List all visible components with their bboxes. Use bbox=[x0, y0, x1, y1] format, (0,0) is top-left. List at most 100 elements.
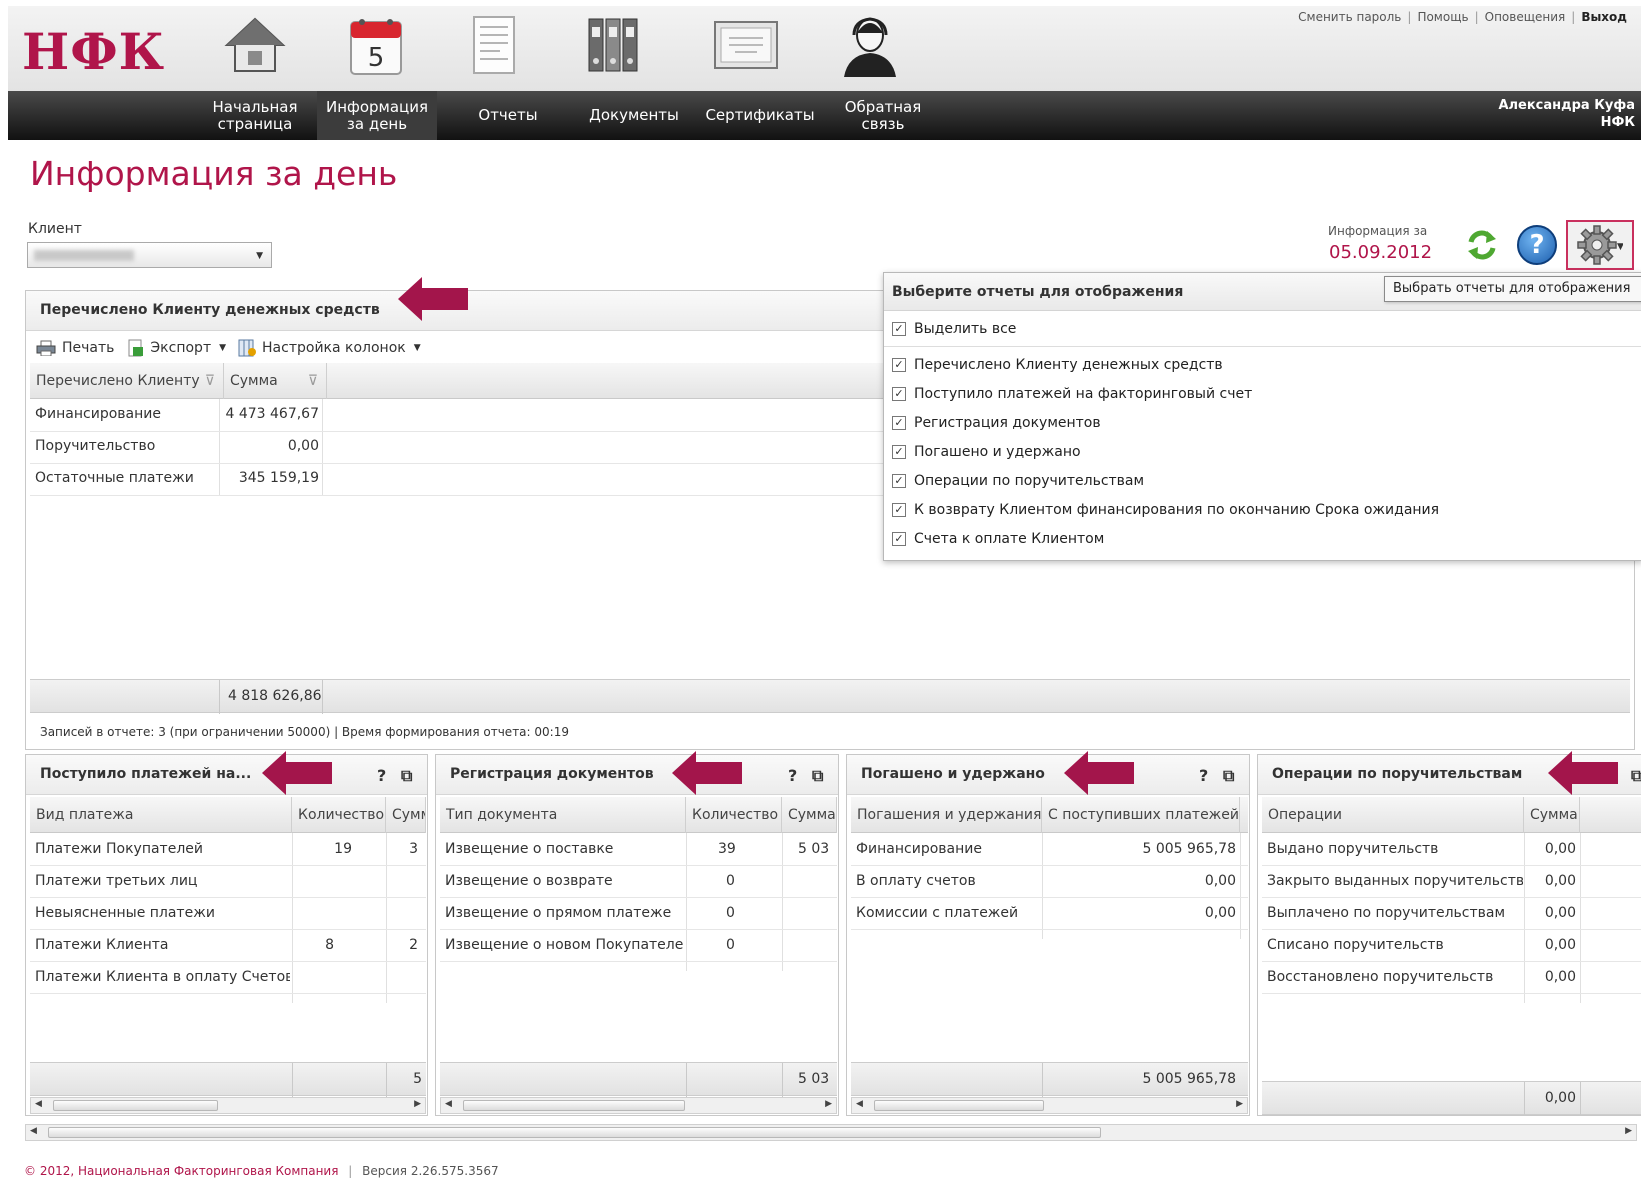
chevron-down-icon[interactable]: ▼ bbox=[219, 343, 226, 353]
printer-icon bbox=[36, 340, 56, 357]
nav-feedback-line2: связь bbox=[861, 114, 905, 133]
cell: Платежи Покупателей bbox=[35, 841, 203, 857]
question-icon[interactable]: ? bbox=[1199, 766, 1208, 785]
calendar-icon[interactable]: 5 bbox=[340, 12, 412, 78]
report-checkbox[interactable]: ✓ Перечислено Клиенту денежных средств bbox=[892, 357, 1223, 373]
question-icon[interactable]: ? bbox=[377, 766, 386, 785]
nav-daily[interactable]: Информация за день bbox=[317, 91, 437, 140]
column-header[interactable]: Операции bbox=[1262, 797, 1524, 833]
horizontal-scrollbar[interactable]: ◀ ▶ bbox=[440, 1097, 837, 1114]
column-header[interactable]: Сумма bbox=[1524, 797, 1580, 833]
cell: 5 005 965,78 bbox=[1142, 841, 1236, 857]
horizontal-scrollbar[interactable]: ◀ ▶ bbox=[851, 1097, 1248, 1114]
operator-icon[interactable] bbox=[834, 12, 906, 78]
binders-icon[interactable] bbox=[577, 12, 649, 78]
info-date-value[interactable]: 05.09.2012 bbox=[1329, 242, 1432, 263]
house-icon[interactable] bbox=[219, 12, 291, 78]
repaid-panel: Погашено и удержано ? ⧉ Погашения и удер… bbox=[846, 754, 1250, 1116]
arrow-left-icon bbox=[262, 751, 332, 795]
copyright-text: © 2012, Национальная Факторинговая Компа… bbox=[24, 1164, 339, 1178]
column-header[interactable]: Количество bbox=[686, 797, 782, 833]
logo[interactable]: НФК bbox=[22, 22, 165, 81]
checkbox-label: Регистрация документов bbox=[914, 415, 1101, 431]
print-button[interactable]: Печать bbox=[62, 340, 114, 356]
cell: 0,00 bbox=[1204, 905, 1236, 921]
panel-title: Поступило платежей на... bbox=[40, 766, 252, 782]
maximize-icon[interactable]: ⧉ bbox=[1223, 766, 1234, 786]
nav-home[interactable]: Начальная страница bbox=[205, 91, 305, 140]
select-all-checkbox[interactable]: ✓ Выделить все bbox=[892, 321, 1016, 337]
cell: 0,00 bbox=[1544, 969, 1576, 985]
cell: 39 bbox=[718, 841, 736, 857]
certificate-icon[interactable] bbox=[710, 12, 782, 78]
column-header[interactable]: Сумма bbox=[386, 797, 426, 833]
grid-header: Вид платежа Количество Сумма bbox=[30, 797, 426, 833]
notifications-link[interactable]: Оповещения bbox=[1485, 10, 1566, 24]
change-password-link[interactable]: Сменить пароль bbox=[1298, 10, 1401, 24]
report-settings-button[interactable]: ▼ bbox=[1566, 220, 1634, 270]
report-checkbox[interactable]: ✓ Погашено и удержано bbox=[892, 444, 1081, 460]
cell: 19 bbox=[334, 841, 352, 857]
checkbox-checked-icon: ✓ bbox=[892, 416, 906, 430]
column-header[interactable]: Перечислено Клиенту ⊽ bbox=[30, 363, 224, 399]
report-checkbox[interactable]: ✓ Поступило платежей на факторинговый сче… bbox=[892, 386, 1252, 402]
column-header[interactable]: Вид платежа bbox=[30, 797, 292, 833]
filter-icon[interactable]: ⊽ bbox=[205, 363, 215, 399]
nav-home-line1: Начальная bbox=[212, 97, 298, 116]
nav-feedback[interactable]: Обратная связь bbox=[828, 91, 938, 140]
nav-certificates-label: Сертификаты bbox=[705, 106, 815, 124]
svg-text:5: 5 bbox=[368, 43, 385, 73]
maximize-icon[interactable]: ⧉ bbox=[1631, 766, 1641, 786]
column-header[interactable]: Сумма ⊽ bbox=[224, 363, 327, 399]
client-select-value bbox=[34, 250, 134, 261]
cell: Комиссии с платежей bbox=[856, 905, 1019, 921]
report-checkbox[interactable]: ✓ Счета к оплате Клиентом bbox=[892, 531, 1104, 547]
report-icon[interactable] bbox=[458, 12, 530, 78]
panel-title: Регистрация документов bbox=[450, 766, 654, 782]
total-sum: 4 818 626,86 bbox=[228, 688, 322, 704]
help-link[interactable]: Помощь bbox=[1417, 10, 1468, 24]
page-horizontal-scrollbar[interactable]: ◀ ▶ bbox=[25, 1124, 1637, 1141]
guarantees-panel: Операции по поручительствам ⧉ Операции С… bbox=[1257, 754, 1641, 1116]
checkbox-checked-icon: ✓ bbox=[892, 503, 906, 517]
columns-icon bbox=[238, 339, 257, 357]
chevron-down-icon[interactable]: ▼ bbox=[414, 343, 421, 353]
total-cell: 0,00 bbox=[1544, 1090, 1576, 1106]
info-date-label: Информация за bbox=[1328, 224, 1428, 238]
report-checkbox[interactable]: ✓ Операции по поручительствам bbox=[892, 473, 1144, 489]
report-checkbox[interactable]: ✓ Регистрация документов bbox=[892, 415, 1101, 431]
user-name[interactable]: Александра Куфа bbox=[1498, 97, 1635, 114]
totals-row: 0,00 bbox=[1262, 1081, 1641, 1116]
checkbox-label: Выделить все bbox=[914, 321, 1017, 337]
dropdown-title: Выберите отчеты для отображения bbox=[892, 284, 1184, 300]
column-header[interactable]: С поступивших платежей bbox=[1042, 797, 1240, 833]
column-header[interactable]: Сумма bbox=[782, 797, 837, 833]
column-header-label: Сумма bbox=[230, 373, 278, 389]
documents-panel: Регистрация документов ? ⧉ Тип документа… bbox=[435, 754, 839, 1116]
panel-title: Перечислено Клиенту денежных средств bbox=[40, 302, 380, 318]
filter-icon[interactable]: ⊽ bbox=[308, 363, 318, 399]
total-cell: 5 005 965,78 bbox=[1142, 1071, 1236, 1087]
refresh-icon[interactable] bbox=[1465, 228, 1499, 262]
nav-certificates[interactable]: Сертификаты bbox=[696, 91, 824, 140]
column-header[interactable]: Погашения и удержания bbox=[851, 797, 1042, 833]
main-nav: Начальная страница Информация за день Отче… bbox=[8, 91, 1641, 140]
maximize-icon[interactable]: ⧉ bbox=[812, 766, 823, 786]
question-icon[interactable]: ? bbox=[788, 766, 797, 785]
nav-reports[interactable]: Отчеты bbox=[458, 91, 558, 140]
report-checkbox[interactable]: ✓ К возврату Клиентом финансирования по о… bbox=[892, 502, 1439, 518]
maximize-icon[interactable]: ⧉ bbox=[401, 766, 412, 786]
horizontal-scrollbar[interactable]: ◀ ▶ bbox=[30, 1097, 426, 1114]
column-header[interactable]: Количество bbox=[292, 797, 386, 833]
client-select[interactable]: ▼ bbox=[27, 242, 272, 268]
export-icon bbox=[128, 339, 144, 357]
logout-link[interactable]: Выход bbox=[1581, 10, 1627, 24]
export-button[interactable]: Экспорт bbox=[150, 340, 211, 356]
nav-documents[interactable]: Документы bbox=[574, 91, 694, 140]
columns-settings-button[interactable]: Настройка колонок bbox=[262, 340, 406, 356]
svg-text:▼: ▼ bbox=[1617, 242, 1623, 252]
help-icon[interactable]: ? bbox=[1517, 225, 1557, 265]
column-header[interactable]: Тип документа bbox=[440, 797, 686, 833]
cell: Платежи Клиента bbox=[35, 937, 169, 953]
checkbox-checked-icon: ✓ bbox=[892, 445, 906, 459]
